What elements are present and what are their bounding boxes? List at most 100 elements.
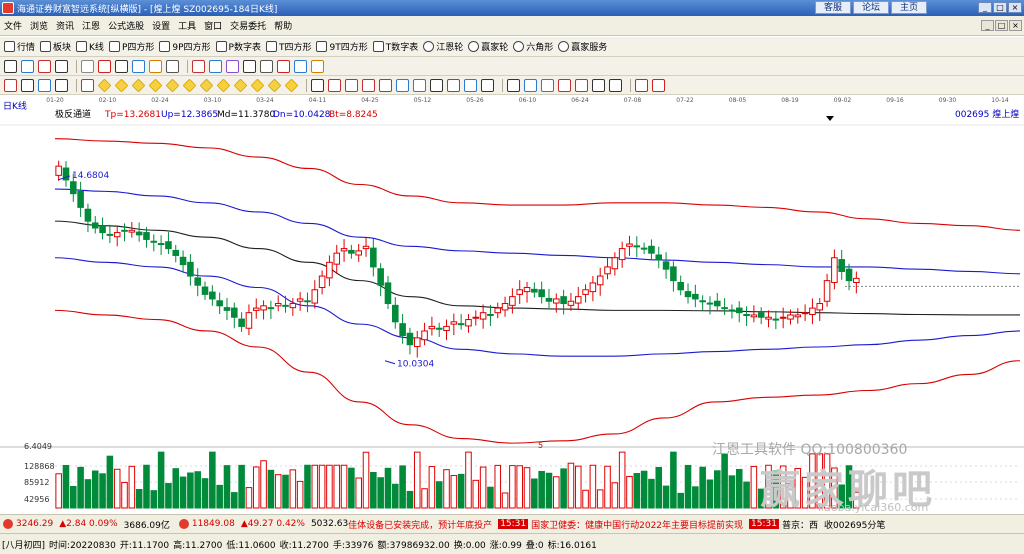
drawing-tool-icon[interactable] (131, 78, 146, 92)
drawing-tool-icon[interactable] (81, 78, 94, 92)
drawing-tool-icon[interactable] (311, 78, 324, 92)
link-service[interactable]: 客服 (815, 1, 851, 14)
drawing-tool-icon[interactable] (558, 78, 571, 92)
menu-file[interactable]: 文件 (0, 19, 26, 32)
view-tool-icon[interactable] (38, 59, 51, 73)
view-tool-icon[interactable] (294, 59, 307, 73)
link-home[interactable]: 主页 (891, 1, 927, 14)
menu-tools[interactable]: 工具 (174, 19, 200, 32)
drawing-tool-icon[interactable] (396, 78, 409, 92)
drawing-tool-icon[interactable] (635, 78, 648, 92)
drawing-tool-icon[interactable] (345, 78, 358, 92)
drawing-tool-icon[interactable] (38, 78, 51, 92)
drawing-tool-icon[interactable] (575, 78, 588, 92)
drawing-tool-icon[interactable] (447, 78, 460, 92)
sh-index-value[interactable]: 3246.29 (16, 519, 53, 529)
menu-gann[interactable]: 江恩 (78, 19, 104, 32)
kline-chart-area[interactable]: 01-20 02-10 02-24 03-10 03-24 04-11 04-25 05-12… (0, 95, 1024, 514)
close-button[interactable]: × (1008, 2, 1022, 13)
drawing-tool-icon[interactable] (55, 78, 68, 92)
volume-bar (135, 489, 143, 509)
news-ticker-2[interactable]: 国家卫健委：健康中国行动2022年主要目标提前实现 (531, 518, 743, 531)
link-forum[interactable]: 论坛 (853, 1, 889, 14)
drawing-tool-icon[interactable] (592, 78, 605, 92)
toolbar-9p-square-button[interactable]: 9P四方形 (159, 40, 211, 53)
drawing-tool-icon[interactable] (165, 78, 180, 92)
toolbar-winner-wheel-button[interactable]: 赢家轮 (468, 40, 508, 53)
child-maximize-button[interactable]: □ (995, 20, 1008, 31)
drawing-tool-icon[interactable] (652, 78, 665, 92)
view-tool-icon[interactable] (4, 59, 17, 73)
drawing-tool-icon[interactable] (328, 78, 341, 92)
minimize-button[interactable]: _ (978, 2, 992, 13)
drawing-tool-icon[interactable] (609, 78, 622, 92)
drawing-tool-icon[interactable] (216, 78, 231, 92)
view-tool-icon[interactable] (149, 59, 162, 73)
view-tool-icon[interactable] (209, 59, 222, 73)
toolbar-kline-button[interactable]: K线 (76, 40, 104, 53)
stock-tag[interactable]: 收002695分笔 (824, 518, 885, 531)
view-tool-icon[interactable] (311, 59, 324, 73)
toolbar-quotes-button[interactable]: 行情 (4, 40, 35, 53)
child-minimize-button[interactable]: _ (981, 20, 994, 31)
drawing-tool-icon[interactable] (524, 78, 537, 92)
drawing-tool-icon[interactable] (430, 78, 443, 92)
toolbar-p-table-button[interactable]: P数字表 (215, 40, 261, 53)
drawing-tool-icon[interactable] (362, 78, 375, 92)
drawing-tool-icon[interactable] (267, 78, 282, 92)
child-close-button[interactable]: × (1009, 20, 1022, 31)
toolbar-p-square-button[interactable]: P四方形 (108, 40, 154, 53)
menu-trade[interactable]: 交易委托 (226, 19, 270, 32)
candle-body (714, 300, 721, 307)
view-tool-icon[interactable] (226, 59, 239, 73)
menu-window[interactable]: 窗口 (200, 19, 226, 32)
candle-body (794, 314, 802, 318)
menu-browse[interactable]: 浏览 (26, 19, 52, 32)
drawing-tool-icon[interactable] (182, 78, 197, 92)
drawing-tool-icon[interactable] (199, 78, 214, 92)
drawing-tool-icon[interactable] (284, 78, 299, 92)
drawing-tool-icon[interactable] (148, 78, 163, 92)
drawing-tool-icon[interactable] (413, 78, 426, 92)
drawing-tool-icon[interactable] (541, 78, 554, 92)
sz-index-value[interactable]: 11849.08 (192, 519, 235, 529)
menu-info[interactable]: 资讯 (52, 19, 78, 32)
toolbar-gann-wheel-button[interactable]: 江恩轮 (423, 40, 463, 53)
view-tool-icon[interactable] (81, 59, 94, 73)
news-ticker-3[interactable]: 普京：西 (782, 518, 818, 531)
view-tool-icon[interactable] (55, 59, 68, 73)
news-ticker-1[interactable]: 佳体设备已安装完成，预计年底投产 (348, 518, 492, 531)
drawing-tool-icon[interactable] (4, 78, 17, 92)
drawing-tool-icon[interactable] (464, 78, 477, 92)
toolbar-service-button[interactable]: 赢家服务 (558, 40, 607, 53)
dropdown-triangle-icon[interactable] (826, 116, 834, 121)
toolbar-blocks-button[interactable]: 板块 (40, 40, 71, 53)
view-tool-icon[interactable] (192, 59, 205, 73)
drawing-tool-icon[interactable] (507, 78, 520, 92)
view-tool-icon[interactable] (166, 59, 179, 73)
drawing-tool-icon[interactable] (97, 78, 112, 92)
drawing-tool-icon[interactable] (250, 78, 265, 92)
toolbar-hexagon-button[interactable]: 六角形 (513, 40, 553, 53)
view-tool-icon[interactable] (260, 59, 273, 73)
drawing-tool-icon[interactable] (481, 78, 494, 92)
drawing-tool-icon[interactable] (379, 78, 392, 92)
view-tool-icon[interactable] (98, 59, 111, 73)
toolbar-t-table-button[interactable]: T数字表 (372, 40, 418, 53)
maximize-button[interactable]: □ (993, 2, 1007, 13)
view-tool-icon[interactable] (115, 59, 128, 73)
toolbar-t-square-button[interactable]: T四方形 (265, 40, 311, 53)
view-tool-icon[interactable] (21, 59, 34, 73)
view-tool-icon[interactable] (243, 59, 256, 73)
toolbar-9t-square-button[interactable]: 9T四方形 (316, 40, 368, 53)
menu-settings[interactable]: 设置 (148, 19, 174, 32)
candle-body (472, 316, 480, 319)
view-tool-icon[interactable] (132, 59, 145, 73)
menu-help[interactable]: 帮助 (270, 19, 296, 32)
drawing-tool-icon[interactable] (114, 78, 129, 92)
drawing-tool-icon[interactable] (21, 78, 34, 92)
view-tool-icon[interactable] (277, 59, 290, 73)
menu-formula[interactable]: 公式选股 (104, 19, 148, 32)
volume-bar (457, 473, 465, 509)
drawing-tool-icon[interactable] (233, 78, 248, 92)
